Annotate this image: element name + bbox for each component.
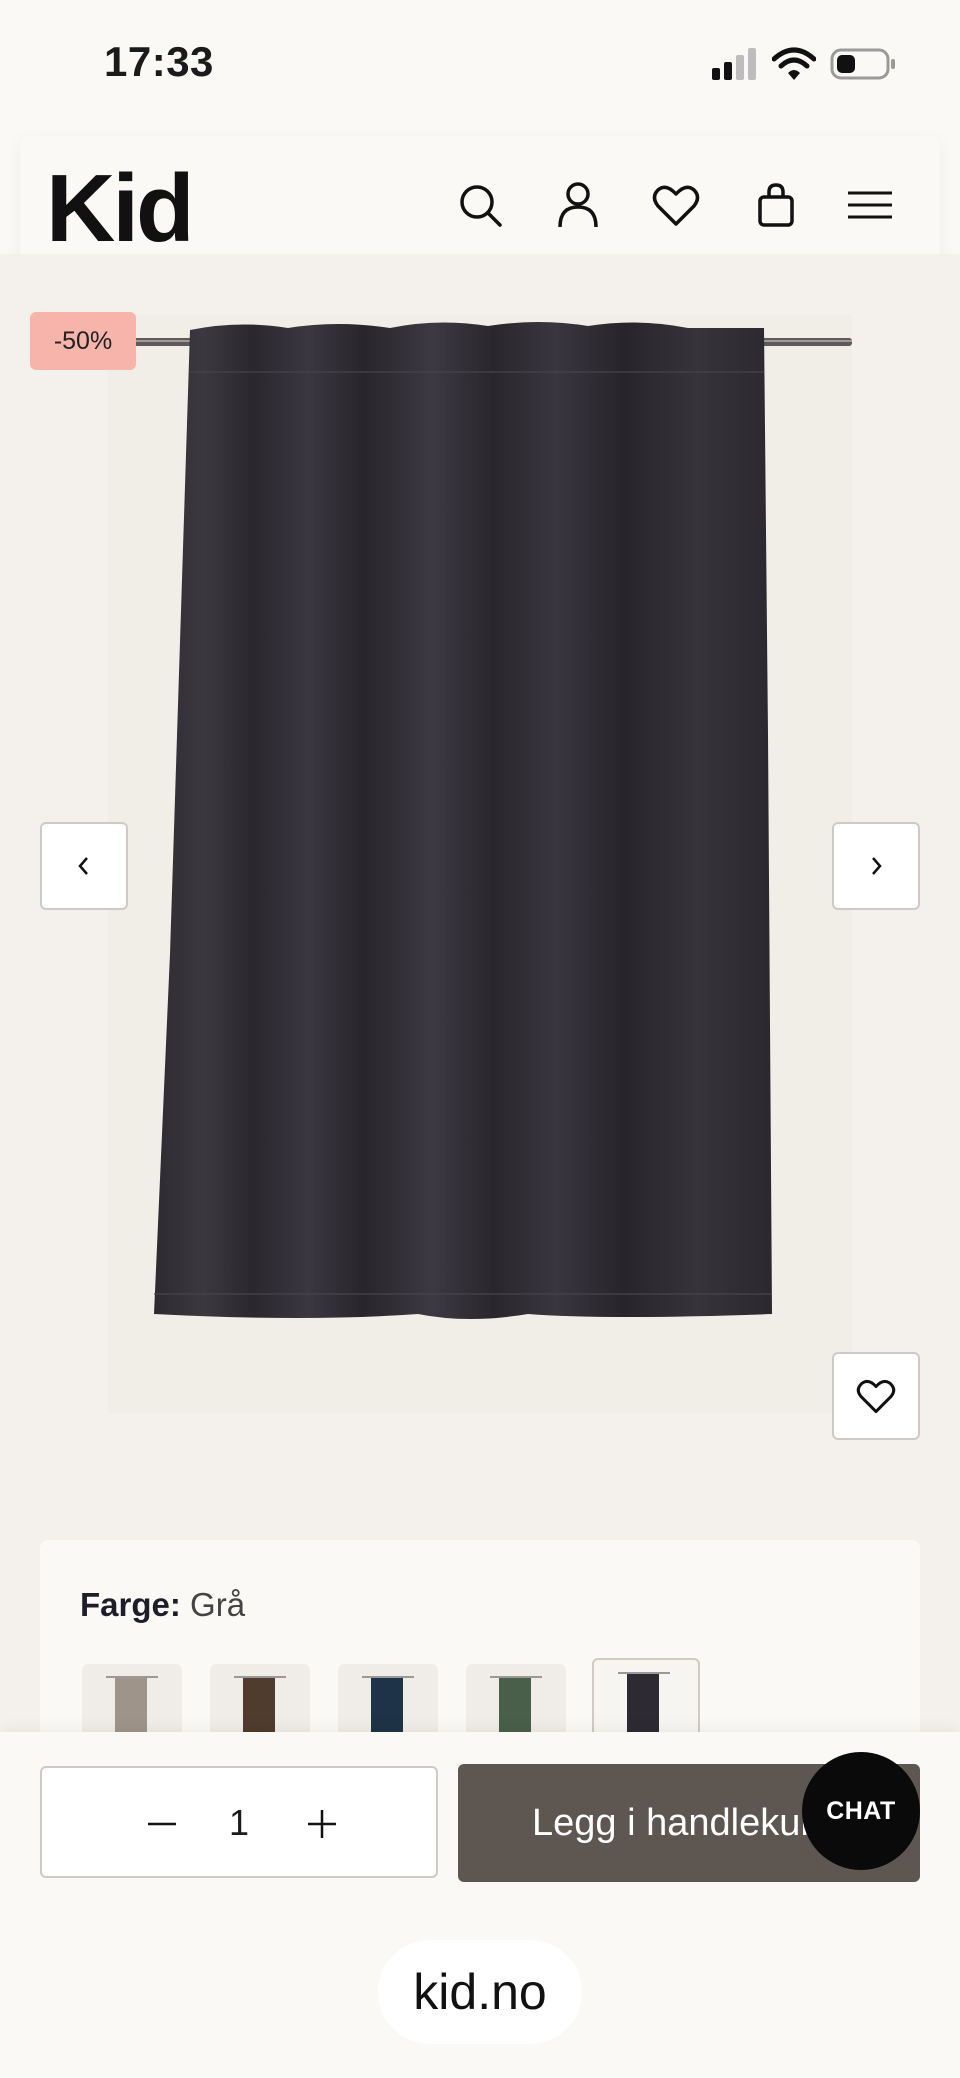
status-icons [710, 44, 896, 84]
status-time: 17:33 [104, 38, 214, 85]
color-selected-value: Grå [190, 1586, 246, 1623]
site-logo[interactable]: Kid [46, 154, 195, 264]
cart-icon[interactable] [752, 181, 800, 229]
product-gallery [0, 254, 960, 1484]
color-label-title: Farge: [80, 1586, 181, 1623]
color-selector: Farge: Grå [40, 1540, 920, 1754]
increase-quantity-button[interactable] [302, 1804, 342, 1844]
search-icon[interactable] [456, 181, 504, 229]
wifi-icon [772, 47, 816, 80]
purchase-bar: 1 Legg i handlekurv CHAT kid.no [0, 1732, 960, 2078]
color-label: Farge: Grå [80, 1586, 245, 1624]
wishlist-icon[interactable] [652, 181, 700, 229]
quantity-value: 1 [228, 1802, 250, 1843]
account-icon[interactable] [554, 181, 602, 229]
heart-icon [856, 1379, 896, 1414]
add-to-wishlist-button[interactable] [832, 1352, 920, 1440]
product-image [108, 314, 852, 1414]
prev-image-button[interactable] [40, 822, 128, 910]
battery-icon [830, 48, 895, 80]
signal-icon [712, 48, 756, 80]
chevron-left-icon [78, 857, 88, 875]
next-image-button[interactable] [832, 822, 920, 910]
discount-badge: -50% [30, 312, 136, 370]
browser-url[interactable]: kid.no [378, 1940, 582, 2044]
chat-button[interactable]: CHAT [802, 1752, 920, 1870]
menu-icon[interactable] [846, 181, 894, 229]
status-bar: 17:33 [0, 0, 960, 128]
chevron-right-icon [872, 857, 882, 875]
quantity-stepper: 1 [40, 1766, 438, 1878]
curtain-illustration [108, 322, 852, 1319]
